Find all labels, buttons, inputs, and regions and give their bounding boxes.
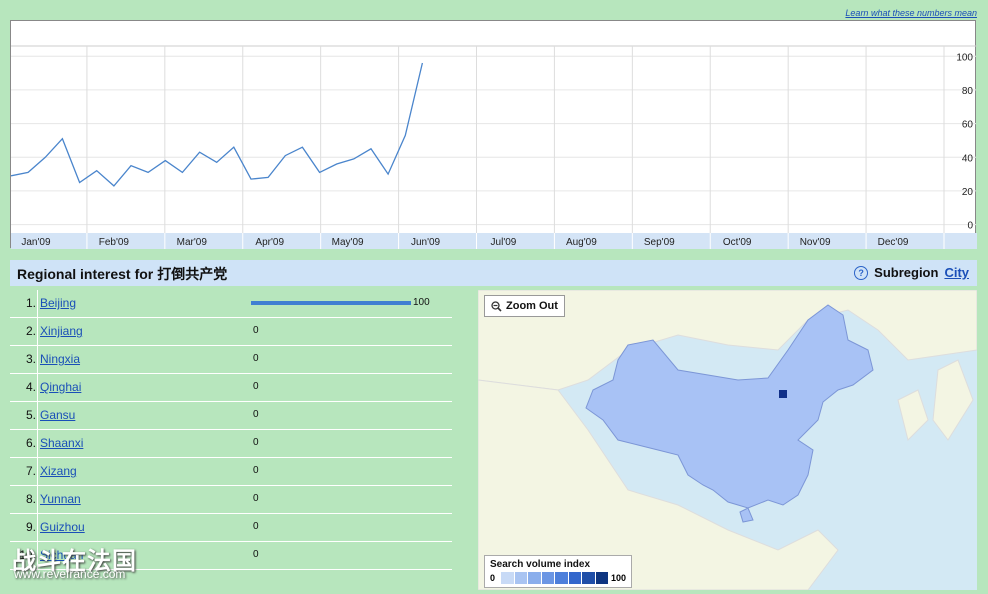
region-value: 0 [253, 409, 259, 420]
x-tick-label: Aug'09 [566, 237, 597, 248]
help-icon[interactable]: ? [854, 265, 869, 280]
region-rank: 3. [25, 352, 36, 366]
region-row: 5. Gansu 0 [10, 402, 452, 430]
region-value: 0 [253, 465, 259, 476]
x-tick-label: Jul'09 [491, 237, 517, 248]
y-tick-label: 0 [967, 221, 973, 232]
trend-chart-svg: 0 20 40 60 80 100 Jan'09 Feb'09 Mar'09 Apr'09 May'… [11, 45, 977, 249]
zoom-out-button[interactable]: Zoom Out [484, 295, 565, 317]
region-rank: 5. [25, 408, 36, 422]
subregion-label: Subregion [874, 265, 939, 280]
region-link[interactable]: Xinjiang [40, 324, 83, 338]
region-link[interactable]: Gansu [40, 408, 75, 422]
x-tick-label: May'09 [332, 237, 364, 248]
region-link[interactable]: Ningxia [40, 352, 80, 366]
region-value: 0 [253, 381, 259, 392]
regional-interest-title: Regional interest for 打倒共产党 [17, 266, 228, 282]
legend-swatch [555, 572, 569, 584]
region-value: 0 [253, 437, 259, 448]
legend-min: 0 [490, 573, 496, 583]
y-tick-label: 40 [962, 153, 974, 164]
region-link[interactable]: Guizhou [40, 520, 85, 534]
query-text: 打倒共产党 [157, 266, 228, 282]
y-tick-label: 80 [962, 86, 974, 97]
x-tick-label: Oct'09 [723, 237, 752, 248]
region-link[interactable]: Qinghai [40, 380, 81, 394]
x-tick-label: Feb'09 [99, 237, 130, 248]
region-row: 2. Xinjiang 0 [10, 318, 452, 346]
legend-swatch [541, 572, 556, 584]
zoom-out-icon [491, 300, 502, 312]
region-row: 1. Beijing 100 [10, 290, 452, 318]
legend-scale: 0 100 [490, 572, 626, 584]
region-value: 0 [253, 549, 259, 560]
region-row: 3. Ningxia 0 [10, 346, 452, 374]
region-map[interactable]: Zoom Out Search volume index 0 100 [478, 290, 977, 590]
region-value: 0 [253, 521, 259, 532]
legend-swatch [528, 572, 542, 584]
legend-swatch [595, 572, 610, 584]
region-value-bar [251, 301, 411, 305]
china-map-svg [478, 290, 977, 590]
watermark-url: www.revefrance.com [14, 567, 126, 581]
x-tick-label: Sep'09 [644, 237, 675, 248]
region-rank: 6. [25, 436, 36, 450]
region-rank: 2. [25, 324, 36, 338]
x-tick-label: Apr'09 [255, 237, 284, 248]
x-tick-label: Jan'09 [21, 237, 51, 248]
region-link[interactable]: Yunnan [40, 492, 81, 506]
region-row: 7. Xizang 0 [10, 458, 452, 486]
map-legend: Search volume index 0 100 [484, 555, 632, 588]
region-link[interactable]: Beijing [40, 296, 76, 310]
region-value: 0 [253, 493, 259, 504]
region-row: 6. Shaanxi 0 [10, 430, 452, 458]
legend-swatch [501, 572, 515, 584]
region-rank: 1. [25, 296, 36, 310]
region-rank: 7. [25, 464, 36, 478]
x-tick-label: Nov'09 [800, 237, 831, 248]
region-link[interactable]: Shaanxi [40, 436, 83, 450]
legend-title: Search volume index [490, 559, 591, 570]
y-tick-label: 100 [956, 52, 973, 63]
trend-chart: 0 20 40 60 80 100 Jan'09 Feb'09 Mar'09 Apr'09 May'… [10, 20, 977, 249]
region-rank: 9. [25, 520, 36, 534]
legend-swatch [514, 572, 529, 584]
region-list: 1. Beijing 100 2. Xinjiang 0 3. Ningxia 0 4. Qingh… [10, 290, 452, 570]
region-row: 8. Yunnan 0 [10, 486, 452, 514]
city-link[interactable]: City [944, 265, 969, 280]
region-value: 0 [253, 325, 259, 336]
subregion-toggle: ? Subregion City [854, 265, 969, 280]
region-row: 9. Guizhou 0 [10, 514, 452, 542]
x-tick-label: Jun'09 [411, 237, 441, 248]
legend-swatch [568, 572, 583, 584]
region-row: 4. Qinghai 0 [10, 374, 452, 402]
legend-swatch [582, 572, 596, 584]
series-line [11, 62, 424, 187]
x-tick-label: Mar'09 [177, 237, 208, 248]
learn-numbers-link[interactable]: Learn what these numbers mean [845, 8, 977, 18]
x-tick-label: Dec'09 [878, 237, 909, 248]
beijing-marker [779, 390, 787, 398]
y-tick-label: 60 [962, 120, 974, 131]
y-tick-label: 20 [962, 187, 974, 198]
region-value: 0 [253, 353, 259, 364]
legend-max: 100 [611, 573, 627, 583]
regional-interest-header: Regional interest for 打倒共产党 ? Subregion Ci… [10, 260, 977, 286]
region-rank: 4. [25, 380, 36, 394]
region-rank: 8. [25, 492, 36, 506]
region-value: 100 [413, 297, 430, 308]
region-link[interactable]: Xizang [40, 464, 77, 478]
